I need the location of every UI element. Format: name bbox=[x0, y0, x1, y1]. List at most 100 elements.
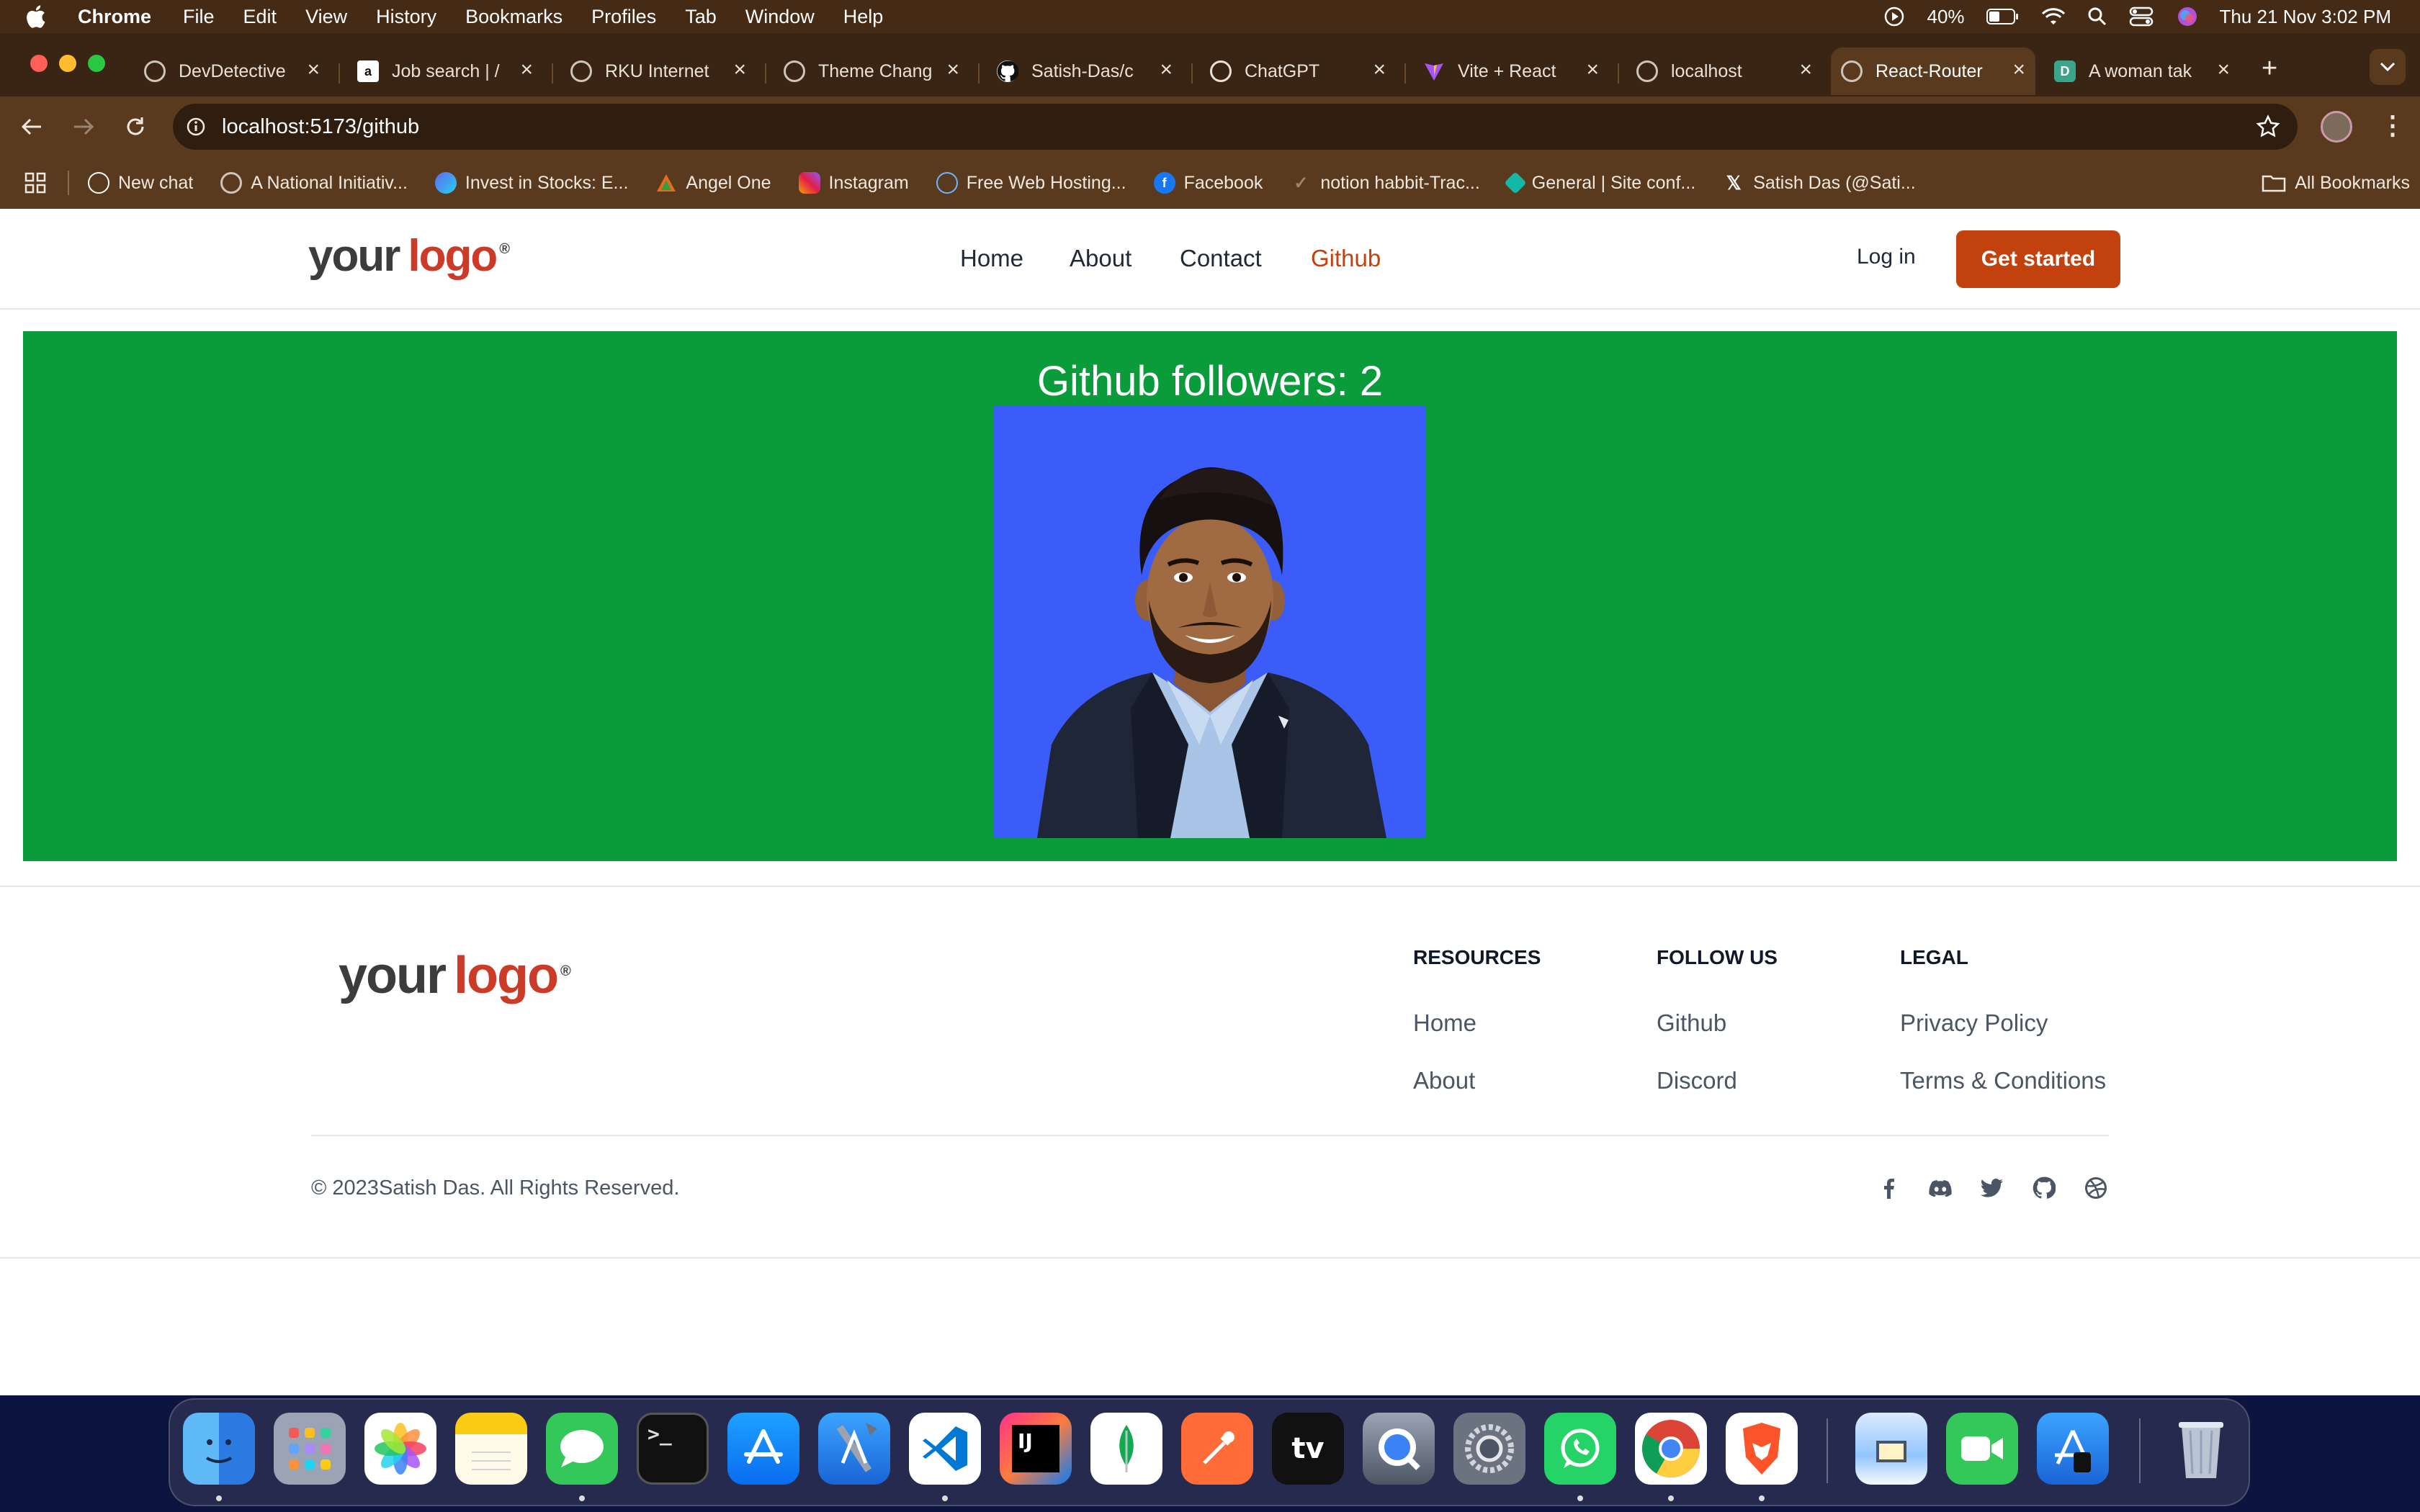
menu-view[interactable]: View bbox=[305, 6, 347, 28]
discord-icon[interactable] bbox=[1927, 1175, 1953, 1201]
forward-button[interactable] bbox=[66, 109, 101, 144]
tab-vite-react[interactable]: Vite + React × bbox=[1413, 48, 1609, 95]
menu-bookmarks[interactable]: Bookmarks bbox=[465, 6, 563, 28]
tab-close-icon[interactable]: × bbox=[2012, 59, 2025, 81]
mongodb-compass-icon[interactable] bbox=[1090, 1413, 1162, 1485]
nav-contact[interactable]: Contact bbox=[1180, 245, 1262, 272]
tab-react-router[interactable]: React-Router × bbox=[1831, 48, 2035, 95]
postman-icon[interactable] bbox=[1181, 1413, 1253, 1485]
apps-grid-icon[interactable] bbox=[24, 172, 46, 194]
github-icon[interactable] bbox=[2031, 1175, 2057, 1201]
site-logo[interactable]: your logo ® bbox=[308, 230, 510, 282]
tab-rku-internet[interactable]: RKU Internet × bbox=[560, 48, 756, 95]
app-store-icon[interactable] bbox=[727, 1413, 799, 1485]
menu-profiles[interactable]: Profiles bbox=[591, 6, 656, 28]
tab-localhost[interactable]: localhost × bbox=[1626, 48, 1822, 95]
footer-link-terms[interactable]: Terms & Conditions bbox=[1900, 1067, 2106, 1094]
tab-search-button[interactable] bbox=[2370, 49, 2406, 85]
window-close-button[interactable] bbox=[30, 55, 48, 72]
menu-window[interactable]: Window bbox=[745, 6, 815, 28]
profile-avatar[interactable] bbox=[2321, 111, 2352, 143]
chrome-icon[interactable] bbox=[1635, 1413, 1707, 1485]
bookmark-instagram[interactable]: Instagram bbox=[798, 172, 909, 194]
facetime-icon[interactable] bbox=[1946, 1413, 2018, 1485]
footer-link-github[interactable]: Github bbox=[1657, 1009, 1726, 1037]
tab-close-icon[interactable]: × bbox=[1373, 59, 1386, 81]
nav-github[interactable]: Github bbox=[1311, 245, 1381, 272]
xcode-icon[interactable] bbox=[818, 1413, 890, 1485]
apple-tv-icon[interactable]: tv bbox=[1272, 1413, 1344, 1485]
photos-icon[interactable] bbox=[364, 1413, 436, 1485]
more-menu-icon[interactable]: ⋮ bbox=[2380, 112, 2406, 138]
tab-chatgpt[interactable]: ChatGPT × bbox=[1200, 48, 1396, 95]
bookmark-invest-in-stocks[interactable]: Invest in Stocks: E... bbox=[434, 172, 628, 194]
url-text[interactable]: localhost:5173/github bbox=[222, 115, 419, 139]
tab-theme-changer[interactable]: Theme Chang × bbox=[774, 48, 969, 95]
login-link[interactable]: Log in bbox=[1857, 245, 1916, 269]
spotlight-search-icon[interactable] bbox=[2087, 6, 2107, 27]
tab-close-icon[interactable]: × bbox=[520, 59, 533, 81]
tab-close-icon[interactable]: × bbox=[946, 59, 959, 81]
menu-history[interactable]: History bbox=[376, 6, 436, 28]
footer-logo[interactable]: your logo ® bbox=[339, 946, 571, 1005]
tab-satish-das-github[interactable]: Satish-Das/c × bbox=[987, 48, 1183, 95]
notes-icon[interactable] bbox=[455, 1413, 527, 1485]
brave-icon[interactable] bbox=[1726, 1413, 1798, 1485]
intellij-icon[interactable]: IJ bbox=[1000, 1413, 1072, 1485]
back-button[interactable] bbox=[14, 109, 49, 144]
tab-a-woman[interactable]: D A woman tak × bbox=[2044, 48, 2240, 95]
reload-button[interactable] bbox=[118, 109, 153, 144]
terminal-icon[interactable]: >_ bbox=[637, 1413, 709, 1485]
tab-close-icon[interactable]: × bbox=[1586, 59, 1599, 81]
footer-link-home[interactable]: Home bbox=[1413, 1009, 1476, 1037]
clock[interactable]: Thu 21 Nov 3:02 PM bbox=[2220, 6, 2391, 28]
tab-devdetective[interactable]: DevDetective × bbox=[134, 48, 330, 95]
nav-about[interactable]: About bbox=[1070, 245, 1131, 272]
bookmark-facebook[interactable]: f Facebook bbox=[1153, 172, 1263, 194]
dribbble-icon[interactable] bbox=[2083, 1175, 2109, 1201]
tab-close-icon[interactable]: × bbox=[2217, 59, 2230, 81]
bookmark-new-chat[interactable]: New chat bbox=[88, 172, 193, 194]
bookmark-satish-das-x[interactable]: 𝕏 Satish Das (@Sati... bbox=[1723, 172, 1916, 194]
tab-close-icon[interactable]: × bbox=[1799, 59, 1812, 81]
system-settings-icon[interactable] bbox=[1453, 1413, 1525, 1485]
whatsapp-icon[interactable] bbox=[1544, 1413, 1616, 1485]
bookmark-national-initiative[interactable]: A National Initiativ... bbox=[220, 172, 408, 194]
new-tab-button[interactable]: + bbox=[2262, 55, 2277, 82]
tab-close-icon[interactable]: × bbox=[307, 59, 320, 81]
quicktime-icon[interactable] bbox=[1363, 1413, 1435, 1485]
messages-icon[interactable] bbox=[546, 1413, 618, 1485]
bookmark-notion-habbit[interactable]: ✓ notion habbit-Trac... bbox=[1290, 172, 1479, 194]
menu-edit[interactable]: Edit bbox=[243, 6, 277, 28]
battery-icon[interactable] bbox=[1986, 8, 2020, 25]
finder-icon[interactable] bbox=[183, 1413, 255, 1485]
simulator-icon[interactable] bbox=[2037, 1413, 2109, 1485]
wifi-icon[interactable] bbox=[2041, 7, 2066, 26]
all-bookmarks-button[interactable]: All Bookmarks bbox=[2262, 173, 2410, 194]
site-info-icon[interactable] bbox=[186, 117, 206, 137]
bookmark-general-site-conf[interactable]: General | Site conf... bbox=[1504, 171, 1695, 194]
siri-icon[interactable] bbox=[2177, 6, 2198, 27]
window-minimize-button[interactable] bbox=[59, 55, 76, 72]
address-bar[interactable]: localhost:5173/github bbox=[173, 104, 2298, 150]
tab-job-search[interactable]: a Job search | / × bbox=[347, 48, 543, 95]
vscode-icon[interactable] bbox=[909, 1413, 981, 1485]
launchpad-icon[interactable] bbox=[274, 1413, 346, 1485]
menu-help[interactable]: Help bbox=[843, 6, 884, 28]
nav-home[interactable]: Home bbox=[960, 245, 1023, 272]
control-center-icon[interactable] bbox=[2129, 6, 2155, 27]
bookmark-star-icon[interactable] bbox=[2256, 114, 2280, 139]
apple-menu-icon[interactable] bbox=[24, 4, 68, 29]
tab-close-icon[interactable]: × bbox=[733, 59, 746, 81]
bookmark-free-web-hosting[interactable]: Free Web Hosting... bbox=[936, 172, 1126, 194]
now-playing-icon[interactable] bbox=[1883, 6, 1905, 27]
footer-link-privacy-policy[interactable]: Privacy Policy bbox=[1900, 1009, 2048, 1037]
footer-link-discord[interactable]: Discord bbox=[1657, 1067, 1737, 1094]
facebook-icon[interactable] bbox=[1876, 1175, 1901, 1201]
tab-close-icon[interactable]: × bbox=[1160, 59, 1173, 81]
twitter-icon[interactable] bbox=[1979, 1175, 2005, 1201]
window-zoom-button[interactable] bbox=[88, 55, 105, 72]
menu-tab[interactable]: Tab bbox=[685, 6, 717, 28]
trash-icon[interactable] bbox=[2165, 1413, 2237, 1485]
footer-link-about[interactable]: About bbox=[1413, 1067, 1475, 1094]
